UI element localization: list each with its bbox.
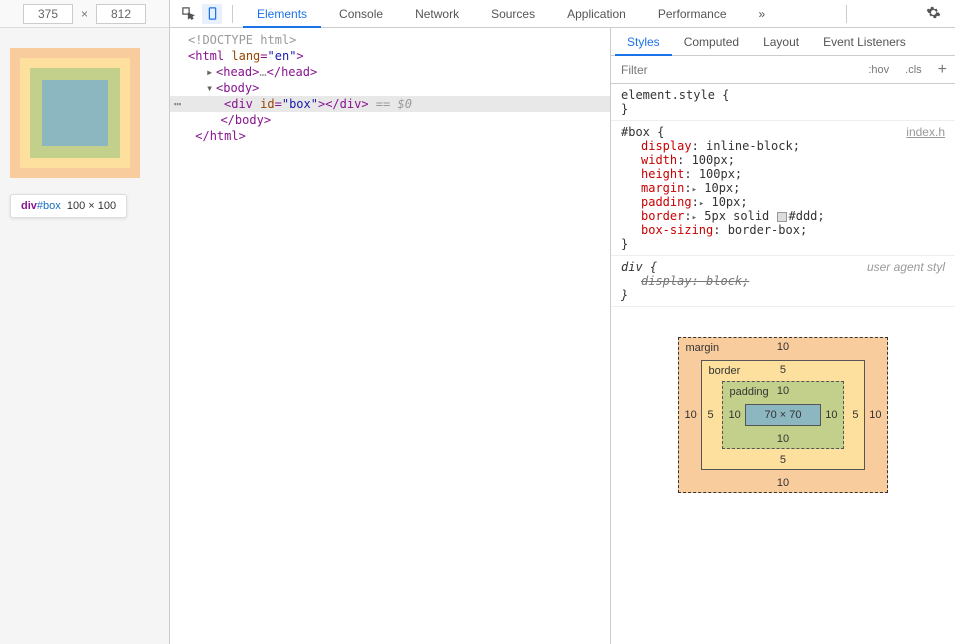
tab-elements[interactable]: Elements [243,0,321,28]
tab-event-listeners[interactable]: Event Listeners [811,28,918,56]
tab-performance[interactable]: Performance [644,0,741,28]
box-model-diagram[interactable]: margin 10101010 border 5555 padding 1010… [611,307,955,533]
styles-tabs: Styles Computed Layout Event Listeners [611,28,955,56]
styles-filter-bar: :hov .cls + [611,56,955,84]
tabs-overflow-button[interactable]: » [745,0,780,28]
device-toggle-icon[interactable] [202,4,222,24]
rule-box[interactable]: #box {index.h display: inline-block; wid… [611,121,955,256]
box-model-content: 70 × 70 [745,404,820,426]
new-style-rule-button[interactable]: + [930,61,955,79]
viewport-height-input[interactable] [96,4,146,24]
device-preview-pane: × div#box 100 × 100 [0,0,170,644]
dom-node-body-close[interactable]: </body> [170,112,610,128]
cls-toggle[interactable]: .cls [897,64,930,76]
hov-toggle[interactable]: :hov [860,64,897,76]
dimension-separator: × [81,7,88,21]
tab-network[interactable]: Network [401,0,473,28]
gear-icon[interactable] [920,5,947,23]
dom-actions-icon[interactable]: ⋯ [170,97,179,111]
dom-node-head[interactable]: ▸<head>…</head> [170,64,610,80]
rule-user-agent-div[interactable]: div {user agent styl display: block; } [611,256,955,307]
main-tabs: Elements Console Network Sources Applica… [170,0,955,28]
tab-styles[interactable]: Styles [615,28,672,56]
element-highlight-overlay [10,48,140,178]
tab-layout[interactable]: Layout [751,28,811,56]
dom-node-body[interactable]: ▾<body> [170,80,610,96]
rule-source-link[interactable]: index.h [906,125,945,139]
element-tooltip: div#box 100 × 100 [10,194,127,218]
dom-node-box-selected[interactable]: ⋯<div id="box"></div> == $0 [170,96,610,112]
viewport-dimensions-bar: × [0,0,169,28]
tab-application[interactable]: Application [553,0,640,28]
color-swatch-icon[interactable] [777,212,787,222]
dom-node-html[interactable]: <html lang="en"> [170,48,610,64]
styles-filter-input[interactable] [611,63,860,77]
inspect-element-icon[interactable] [178,4,198,24]
viewport-width-input[interactable] [23,4,73,24]
tab-computed[interactable]: Computed [672,28,751,56]
dom-tree[interactable]: <!DOCTYPE html> <html lang="en"> ▸<head>… [170,28,610,644]
dom-node-doctype[interactable]: <!DOCTYPE html> [170,32,610,48]
tab-sources[interactable]: Sources [477,0,549,28]
tab-console[interactable]: Console [325,0,397,28]
page-preview: div#box 100 × 100 [0,28,169,644]
dom-node-html-close[interactable]: </html> [170,128,610,144]
styles-list: element.style { } #box {index.h display:… [611,84,955,644]
rule-element-style[interactable]: element.style { } [611,84,955,121]
